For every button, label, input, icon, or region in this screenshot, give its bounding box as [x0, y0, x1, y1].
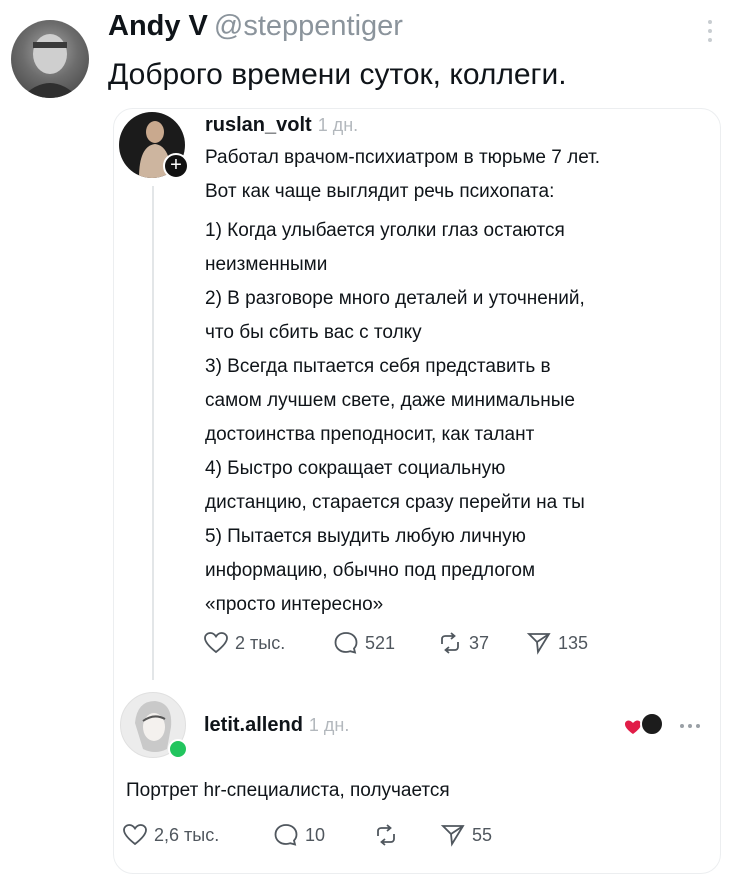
- outer-author-name[interactable]: Andy V: [108, 10, 208, 42]
- comment-icon: [334, 632, 358, 654]
- text-line: информацию, обычно под предлогом: [205, 560, 536, 581]
- follow-plus-icon[interactable]: +: [163, 153, 189, 179]
- text-line: самом лучшем свете, даже минимальные: [205, 390, 575, 411]
- text-line: Вот как чаще выглядит речь психопата:: [205, 181, 555, 202]
- text-line: достоинства преподносит, как талант: [205, 424, 535, 445]
- share-button[interactable]: 135: [526, 631, 588, 655]
- reply-post-time: 1 дн.: [308, 715, 350, 735]
- text-line: Работал врачом-психиатром в тюрьме 7 лет…: [205, 147, 601, 168]
- text-line: 1) Когда улыбается уголки глаз остаются: [205, 220, 565, 241]
- text-line: 2) В разговоре много деталей и уточнений…: [205, 288, 585, 309]
- outer-author-handle[interactable]: @steppentiger: [214, 10, 403, 42]
- reply-repost-button[interactable]: [373, 823, 399, 847]
- text-line: «просто интересно»: [205, 594, 384, 615]
- quoted-post-list: 1) Когда улыбается уголки глаз остаются …: [205, 214, 585, 622]
- share-icon: [526, 633, 551, 655]
- avatar-photo: [21, 34, 79, 98]
- reply-comment-count: 10: [305, 824, 326, 845]
- quoted-post-time: 1 дн.: [317, 115, 359, 135]
- comment-icon: [274, 824, 298, 846]
- reply-share-count: 55: [472, 824, 493, 845]
- reply-author-name[interactable]: letit.allend: [204, 714, 303, 736]
- heart-icon: [204, 632, 228, 654]
- text-line: 5) Пытается выудить любую личную: [205, 526, 526, 547]
- quoted-author-name[interactable]: ruslan_volt: [205, 114, 312, 136]
- outer-post-text: Доброго времени суток, коллеги.: [108, 58, 567, 91]
- quoted-author-header: ruslan_volt 1 дн.: [205, 114, 358, 137]
- author-reaction-badge: [624, 712, 666, 738]
- more-icon[interactable]: [680, 724, 700, 728]
- outer-author-header: Andy V @steppentiger: [108, 10, 403, 43]
- repost-button[interactable]: 37: [437, 631, 489, 655]
- heart-reaction-icon: [625, 712, 664, 736]
- repost-icon: [377, 824, 395, 846]
- repost-count: 37: [469, 632, 490, 653]
- text-line: что бы сбить вас с толку: [205, 322, 422, 343]
- reply-like-count: 2,6 тыс.: [154, 824, 220, 845]
- like-button[interactable]: 2 тыс.: [203, 631, 285, 655]
- share-icon: [440, 825, 465, 847]
- reply-share-button[interactable]: 55: [440, 823, 492, 847]
- text-line: дистанцию, старается сразу перейти на ты: [205, 492, 585, 513]
- reply-post-text: Портрет hr-специалиста, получается: [126, 780, 450, 801]
- more-options-icon[interactable]: [706, 20, 714, 42]
- thread-line: [152, 186, 154, 680]
- share-count: 135: [558, 632, 589, 653]
- outer-author-avatar[interactable]: [11, 20, 89, 98]
- reply-button[interactable]: 521: [333, 631, 395, 655]
- reply-author-header: letit.allend 1 дн.: [204, 714, 349, 737]
- text-line: неизменными: [205, 254, 328, 275]
- online-status-dot: [168, 739, 188, 759]
- heart-icon: [123, 824, 147, 846]
- quoted-post-text: Работал врачом-психиатром в тюрьме 7 лет…: [205, 141, 600, 209]
- text-line: 3) Всегда пытается себя представить в: [205, 356, 551, 377]
- repost-icon: [441, 632, 459, 654]
- reply-like-button[interactable]: 2,6 тыс.: [122, 823, 219, 847]
- reply-count: 521: [365, 632, 396, 653]
- like-count: 2 тыс.: [235, 632, 286, 653]
- reply-comment-button[interactable]: 10: [273, 823, 325, 847]
- text-line: 4) Быстро сокращает социальную: [205, 458, 506, 479]
